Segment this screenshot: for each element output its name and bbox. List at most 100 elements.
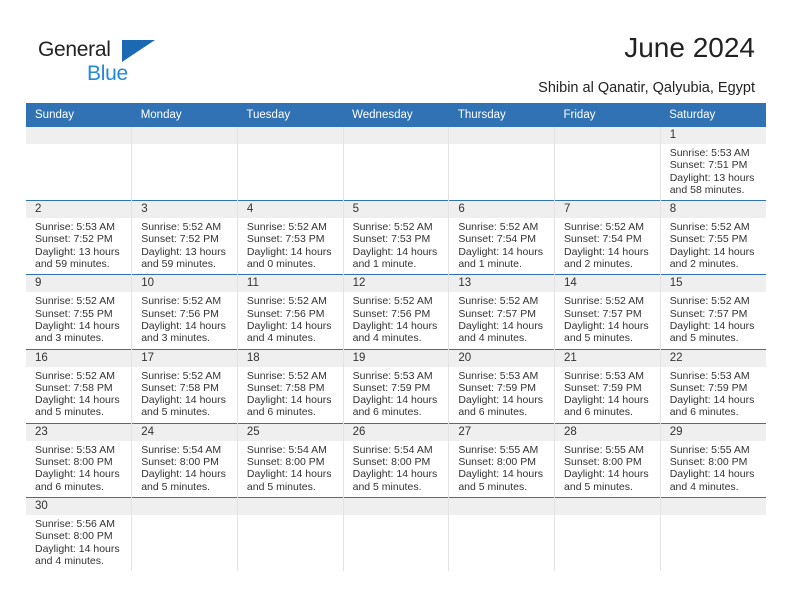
calendar-day-cell[interactable]: 2 Sunrise: 5:53 AM Sunset: 7:52 PM Daylight… — [26, 200, 132, 275]
calendar-day-cell[interactable]: 3 Sunrise: 5:52 AM Sunset: 7:52 PM Daylight… — [131, 200, 238, 275]
day-detail-line: Daylight: 14 hours — [458, 245, 543, 258]
calendar-day-cell[interactable]: 25 Sunrise: 5:54 AM Sunset: 8:00 PM Dayligh… — [236, 422, 344, 498]
day-details: Sunrise: 5:55 AM Sunset: 8:00 PM Daylight:… — [555, 441, 660, 497]
day-detail-line: Daylight: 14 hours — [352, 319, 438, 332]
day-detail-line: Sunrise: 5:52 AM — [564, 221, 644, 234]
day-number — [555, 497, 660, 515]
day-number: 19 — [343, 349, 449, 367]
weekday-header-friday: Friday — [554, 103, 661, 127]
day-number: 30 — [26, 497, 132, 515]
day-detail-line: Sunrise: 5:53 AM — [352, 369, 433, 382]
day-detail-line: Daylight: 14 hours — [35, 542, 120, 555]
day-number: 18 — [237, 349, 343, 367]
day-details: Sunrise: 5:53 AM Sunset: 8:00 PM Daylight:… — [26, 441, 131, 497]
calendar-day-cell[interactable]: 14 Sunrise: 5:52 AM Sunset: 7:57 PM Dayligh… — [554, 274, 661, 350]
day-detail-line: Daylight: 14 hours — [458, 394, 543, 407]
day-detail-line: Sunset: 8:00 PM — [352, 456, 431, 469]
day-details: Sunrise: 5:52 AM Sunset: 7:56 PM Daylight:… — [238, 292, 343, 348]
calendar-day-cell[interactable]: 22 Sunrise: 5:53 AM Sunset: 7:59 PM Dayligh… — [659, 348, 766, 424]
day-number: 21 — [555, 349, 660, 367]
day-details: Sunrise: 5:53 AM Sunset: 7:59 PM Daylight:… — [344, 367, 449, 423]
day-detail-line: Sunrise: 5:52 AM — [458, 221, 539, 234]
day-number: 5 — [343, 201, 449, 219]
calendar-day-cell[interactable]: 20 Sunrise: 5:53 AM Sunset: 7:59 PM Dayligh… — [448, 348, 555, 424]
day-details: Sunrise: 5:52 AM Sunset: 7:57 PM Daylight:… — [555, 292, 660, 348]
day-details: Sunrise: 5:52 AM Sunset: 7:56 PM Daylight:… — [344, 292, 449, 348]
day-detail-line: Sunset: 7:59 PM — [564, 381, 642, 394]
calendar-day-cell[interactable]: 11 Sunrise: 5:52 AM Sunset: 7:56 PM Dayligh… — [236, 274, 344, 350]
day-number: 17 — [132, 349, 237, 367]
day-detail-line: Sunset: 7:56 PM — [352, 307, 431, 320]
day-detail-line: and 4 minutes. — [352, 332, 422, 345]
day-number — [26, 127, 132, 144]
calendar-week-row: 30 Sunrise: 5:56 AM Sunset: 8:00 PM Dayligh… — [26, 496, 766, 572]
calendar-day-cell[interactable]: 18 Sunrise: 5:52 AM Sunset: 7:58 PM Dayligh… — [236, 348, 344, 424]
day-detail-line: Sunset: 7:52 PM — [35, 233, 113, 246]
day-details: Sunrise: 5:56 AM Sunset: 8:00 PM Daylight:… — [26, 515, 131, 571]
day-detail-line: and 0 minutes. — [246, 258, 316, 271]
day-detail-line: Sunset: 7:57 PM — [458, 307, 536, 320]
day-details: Sunrise: 5:52 AM Sunset: 7:54 PM Daylight:… — [555, 218, 660, 274]
day-details — [344, 144, 449, 151]
calendar-day-cell[interactable]: 29 Sunrise: 5:55 AM Sunset: 8:00 PM Dayligh… — [659, 422, 766, 498]
day-detail-line: Sunset: 8:00 PM — [669, 456, 748, 469]
calendar-day-cell[interactable]: 26 Sunrise: 5:54 AM Sunset: 8:00 PM Dayligh… — [342, 422, 449, 498]
day-number: 14 — [555, 275, 660, 293]
day-detail-line: and 1 minute. — [458, 258, 522, 271]
calendar-day-cell[interactable]: 13 Sunrise: 5:52 AM Sunset: 7:57 PM Dayligh… — [448, 274, 555, 350]
day-detail-line: Sunset: 7:56 PM — [246, 307, 325, 320]
day-detail-line: Sunrise: 5:55 AM — [564, 443, 644, 456]
calendar-empty-cell — [342, 127, 449, 201]
day-detail-line: Sunrise: 5:52 AM — [352, 295, 433, 308]
day-detail-line: Sunset: 7:58 PM — [35, 381, 113, 394]
logo-triangle-icon — [122, 40, 155, 62]
day-details: Sunrise: 5:52 AM Sunset: 7:54 PM Daylight:… — [449, 218, 554, 274]
day-number — [132, 497, 237, 515]
calendar-day-cell[interactable]: 21 Sunrise: 5:53 AM Sunset: 7:59 PM Dayligh… — [554, 348, 661, 424]
calendar-day-cell[interactable]: 6 Sunrise: 5:52 AM Sunset: 7:54 PM Daylight… — [448, 200, 555, 275]
day-details: Sunrise: 5:53 AM Sunset: 7:51 PM Daylight:… — [661, 144, 766, 200]
calendar-empty-cell — [236, 496, 344, 572]
calendar-day-cell[interactable]: 4 Sunrise: 5:52 AM Sunset: 7:53 PM Daylight… — [236, 200, 344, 275]
day-number — [132, 127, 237, 144]
day-details: Sunrise: 5:52 AM Sunset: 7:55 PM Daylight:… — [26, 292, 131, 348]
calendar-day-cell[interactable]: 17 Sunrise: 5:52 AM Sunset: 7:58 PM Dayligh… — [131, 348, 238, 424]
day-detail-line: Sunset: 7:51 PM — [669, 159, 748, 172]
calendar-day-cell[interactable]: 5 Sunrise: 5:52 AM Sunset: 7:53 PM Daylight… — [342, 200, 449, 275]
weekday-header-tuesday: Tuesday — [237, 103, 344, 127]
day-detail-line: Daylight: 14 hours — [352, 468, 438, 481]
day-detail-line: and 2 minutes. — [669, 258, 739, 271]
day-number: 20 — [449, 349, 555, 367]
calendar-day-cell[interactable]: 27 Sunrise: 5:55 AM Sunset: 8:00 PM Dayligh… — [448, 422, 555, 498]
calendar-day-cell[interactable]: 1 Sunrise: 5:53 AM Sunset: 7:51 PM Daylight… — [659, 127, 766, 201]
day-details — [661, 515, 766, 522]
weekday-header-saturday: Saturday — [660, 103, 766, 127]
calendar-day-cell[interactable]: 24 Sunrise: 5:54 AM Sunset: 8:00 PM Dayligh… — [131, 422, 238, 498]
day-detail-line: and 5 minutes. — [35, 406, 104, 419]
day-number: 4 — [237, 201, 343, 219]
calendar-day-cell[interactable]: 10 Sunrise: 5:52 AM Sunset: 7:56 PM Dayligh… — [131, 274, 238, 350]
calendar-day-cell[interactable]: 19 Sunrise: 5:53 AM Sunset: 7:59 PM Dayligh… — [342, 348, 449, 424]
calendar-day-cell[interactable]: 16 Sunrise: 5:52 AM Sunset: 7:58 PM Dayligh… — [26, 348, 132, 424]
calendar-day-cell[interactable]: 30 Sunrise: 5:56 AM Sunset: 8:00 PM Dayligh… — [26, 496, 132, 572]
day-details: Sunrise: 5:52 AM Sunset: 7:53 PM Daylight:… — [344, 218, 449, 274]
calendar-day-cell[interactable]: 8 Sunrise: 5:52 AM Sunset: 7:55 PM Daylight… — [659, 200, 766, 275]
day-detail-line: Sunrise: 5:56 AM — [35, 517, 115, 530]
day-details: Sunrise: 5:52 AM Sunset: 7:56 PM Daylight:… — [132, 292, 237, 348]
calendar-week-row: 9 Sunrise: 5:52 AM Sunset: 7:55 PM Daylight… — [26, 274, 766, 350]
day-detail-line: Sunrise: 5:52 AM — [35, 369, 115, 382]
day-detail-line: Sunset: 7:58 PM — [141, 381, 219, 394]
day-detail-line: Sunset: 8:00 PM — [141, 456, 219, 469]
day-details — [555, 144, 660, 151]
calendar-day-cell[interactable]: 28 Sunrise: 5:55 AM Sunset: 8:00 PM Dayligh… — [554, 422, 661, 498]
day-number: 24 — [132, 423, 237, 441]
calendar-day-cell[interactable]: 7 Sunrise: 5:52 AM Sunset: 7:54 PM Daylight… — [554, 200, 661, 275]
calendar-day-cell[interactable]: 15 Sunrise: 5:52 AM Sunset: 7:57 PM Dayligh… — [659, 274, 766, 350]
calendar-day-cell[interactable]: 23 Sunrise: 5:53 AM Sunset: 8:00 PM Dayligh… — [26, 422, 132, 498]
day-detail-line: Daylight: 14 hours — [564, 394, 649, 407]
day-number: 22 — [660, 349, 766, 367]
calendar-day-cell[interactable]: 9 Sunrise: 5:52 AM Sunset: 7:55 PM Daylight… — [26, 274, 132, 350]
calendar-week-row: 1 Sunrise: 5:53 AM Sunset: 7:51 PM Daylight… — [26, 127, 766, 201]
calendar-day-cell[interactable]: 12 Sunrise: 5:52 AM Sunset: 7:56 PM Dayligh… — [342, 274, 449, 350]
day-detail-line: Daylight: 14 hours — [564, 245, 649, 258]
